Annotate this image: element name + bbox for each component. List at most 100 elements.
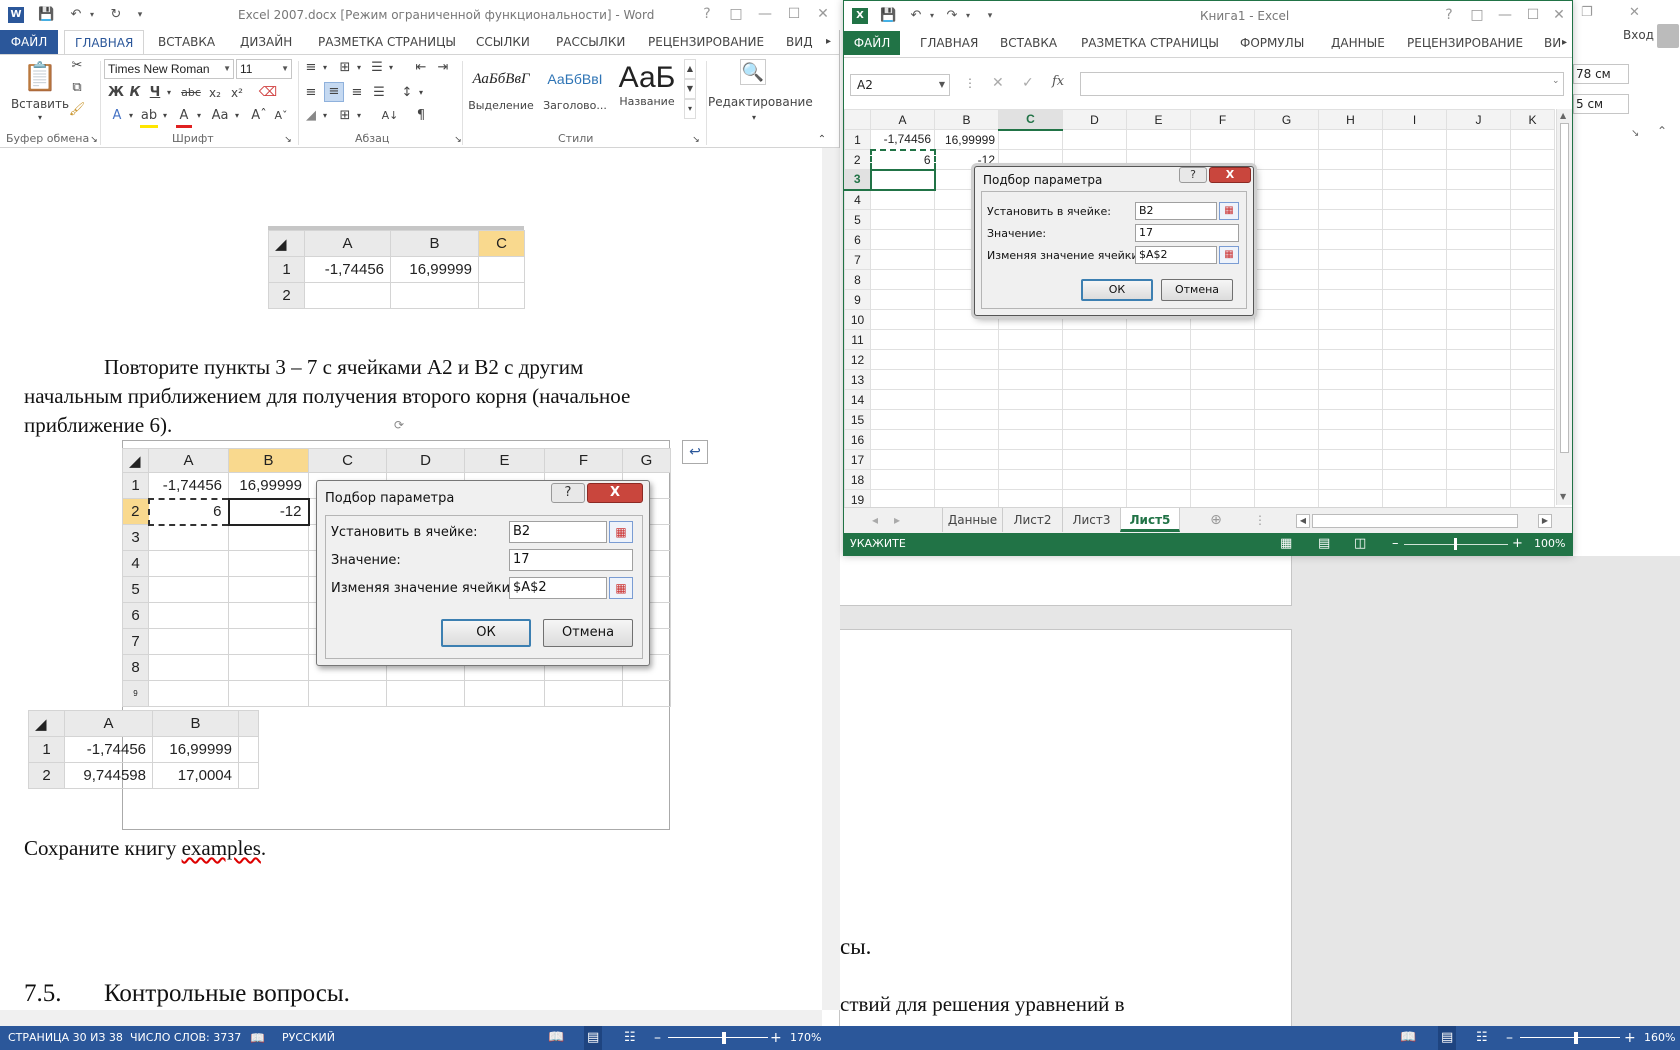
column-header-E[interactable]: E xyxy=(1126,109,1191,130)
paste-dropdown-icon[interactable]: ▾ xyxy=(30,109,50,127)
formula-input[interactable] xyxy=(1080,72,1564,96)
bullets-dropdown-icon[interactable]: ▾ xyxy=(320,59,330,77)
cell-B16[interactable] xyxy=(934,429,999,450)
row-header[interactable]: 9 xyxy=(844,289,871,310)
value-input[interactable]: 17 xyxy=(1135,224,1239,242)
ok-button[interactable]: ОК xyxy=(1081,279,1153,301)
page-count[interactable]: СТРАНИЦА 30 ИЗ 38 xyxy=(8,1026,123,1050)
cell-K14[interactable] xyxy=(1510,389,1555,410)
ribbon-display-icon[interactable]: □ xyxy=(1468,7,1486,23)
cell-B12[interactable] xyxy=(934,349,999,370)
tab-file[interactable]: ФАЙЛ xyxy=(844,31,900,55)
change-case-dropdown-icon[interactable]: ▾ xyxy=(232,107,242,125)
cell-G4[interactable] xyxy=(1254,189,1319,210)
zoom-level[interactable]: 160% xyxy=(1644,1026,1675,1050)
cell-B17[interactable] xyxy=(934,449,999,470)
borders-icon[interactable]: ⊞ xyxy=(336,107,354,125)
print-layout-icon[interactable]: ▤ xyxy=(1438,1026,1457,1050)
zoom-out-icon[interactable]: – xyxy=(1506,1026,1513,1050)
print-layout-icon[interactable]: ▤ xyxy=(584,1026,603,1050)
close-icon[interactable]: ✕ xyxy=(1629,5,1640,20)
line-spacing-dropdown-icon[interactable]: ▾ xyxy=(416,84,426,102)
cell-F14[interactable] xyxy=(1190,389,1255,410)
cell-J17[interactable] xyxy=(1446,449,1511,470)
sheet-tab-list5[interactable]: Лист5 xyxy=(1120,508,1180,532)
cell-E16[interactable] xyxy=(1126,429,1191,450)
cell-A3[interactable] xyxy=(869,168,936,191)
zoom-level[interactable]: 170% xyxy=(790,1026,821,1050)
cell-K7[interactable] xyxy=(1510,249,1555,270)
zoom-slider[interactable] xyxy=(668,1037,768,1038)
undo-icon[interactable]: ↶ xyxy=(908,8,924,24)
cell-H5[interactable] xyxy=(1318,209,1383,230)
cell-G16[interactable] xyxy=(1254,429,1319,450)
cell-H14[interactable] xyxy=(1318,389,1383,410)
tab-page-layout[interactable]: РАЗМЕТКА СТРАНИЦЫ xyxy=(318,30,456,54)
styles-scroll-down-icon[interactable]: ▼ xyxy=(684,79,696,99)
cell-I6[interactable] xyxy=(1382,229,1447,250)
cell-C11[interactable] xyxy=(998,329,1063,350)
cell-A11[interactable] xyxy=(870,329,935,350)
cell-G3[interactable] xyxy=(1254,169,1319,190)
zoom-slider-thumb[interactable] xyxy=(722,1032,726,1044)
row-header[interactable]: 3 xyxy=(844,169,871,191)
row-header[interactable]: 8 xyxy=(844,269,871,290)
cell-B11[interactable] xyxy=(934,329,999,350)
changing-cell-input[interactable]: $A$2 xyxy=(1135,246,1217,264)
cell-H11[interactable] xyxy=(1318,329,1383,350)
row-header[interactable]: 6 xyxy=(844,229,871,250)
highlight-icon[interactable]: ab xyxy=(140,107,158,128)
cell-J7[interactable] xyxy=(1446,249,1511,270)
zoom-slider[interactable] xyxy=(1520,1037,1620,1038)
maximize-icon[interactable]: ☐ xyxy=(785,6,803,22)
style-heading[interactable]: АаБбВвІ Заголово... xyxy=(540,61,610,119)
font-name-combo[interactable]: Times New Roman ▼ xyxy=(104,59,234,79)
clear-formatting-icon[interactable]: ⌫ xyxy=(258,84,278,102)
cell-I12[interactable] xyxy=(1382,349,1447,370)
cell-G12[interactable] xyxy=(1254,349,1319,370)
zoom-in-icon[interactable]: + xyxy=(770,1026,782,1050)
text-effects-dropdown-icon[interactable]: ▾ xyxy=(126,107,136,125)
tab-review[interactable]: РЕЦЕНЗИРОВАНИЕ xyxy=(1407,31,1523,55)
cell-I9[interactable] xyxy=(1382,289,1447,310)
cell-I14[interactable] xyxy=(1382,389,1447,410)
align-right-icon[interactable]: ≡ xyxy=(348,84,366,102)
redo-icon[interactable]: ↻ xyxy=(108,7,124,23)
strikethrough-icon[interactable]: abc xyxy=(180,84,202,102)
cell-H17[interactable] xyxy=(1318,449,1383,470)
insert-function-icon[interactable]: fx xyxy=(1052,74,1064,89)
cell-K8[interactable] xyxy=(1510,269,1555,290)
bullets-icon[interactable]: ≡ xyxy=(302,59,320,77)
collapse-dialog-icon[interactable]: ▦ xyxy=(1219,202,1239,220)
sheet-next-icon[interactable]: ▸ xyxy=(890,508,904,532)
cell-I2[interactable] xyxy=(1382,149,1447,170)
sheet-tab-list3[interactable]: Лист3 xyxy=(1062,508,1120,532)
cell-A18[interactable] xyxy=(870,469,935,490)
undo-dropdown-icon[interactable]: ▾ xyxy=(924,8,940,24)
cell-H13[interactable] xyxy=(1318,369,1383,390)
cell-K11[interactable] xyxy=(1510,329,1555,350)
cell-I4[interactable] xyxy=(1382,189,1447,210)
cell-K6[interactable] xyxy=(1510,229,1555,250)
help-icon[interactable]: ? xyxy=(1440,7,1458,23)
tab-view[interactable]: ВИД xyxy=(786,30,813,54)
column-header-K[interactable]: K xyxy=(1510,109,1555,130)
cell-A15[interactable] xyxy=(870,409,935,430)
tabs-scroll-right-icon[interactable]: ▸ xyxy=(1562,31,1567,55)
minimize-icon[interactable]: — xyxy=(756,6,774,22)
cell-G6[interactable] xyxy=(1254,229,1319,250)
clipboard-launcher-icon[interactable]: ↘ xyxy=(88,131,100,149)
cancel-entry-icon[interactable]: ✕ xyxy=(992,75,1004,91)
cancel-button[interactable]: Отмена xyxy=(1161,279,1233,301)
cell-I5[interactable] xyxy=(1382,209,1447,230)
scroll-up-icon[interactable]: ▲ xyxy=(1560,111,1566,120)
cell-I13[interactable] xyxy=(1382,369,1447,390)
copy-icon[interactable]: ⧉ xyxy=(68,79,86,97)
shrink-font-icon[interactable]: Aˇ xyxy=(272,107,290,125)
cell-E12[interactable] xyxy=(1126,349,1191,370)
tab-view[interactable]: ВИ xyxy=(1544,31,1561,55)
multilevel-dropdown-icon[interactable]: ▾ xyxy=(386,59,396,77)
close-icon[interactable]: ✕ xyxy=(814,6,832,22)
cell-H18[interactable] xyxy=(1318,469,1383,490)
style-title[interactable]: АаБ Название xyxy=(612,61,682,119)
